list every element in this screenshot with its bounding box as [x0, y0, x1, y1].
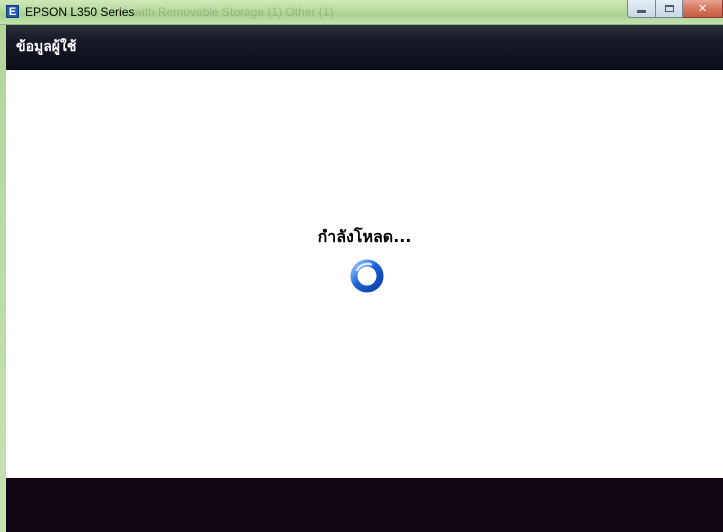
minimize-button[interactable] — [627, 0, 656, 18]
loading-label: กำลังโหลด... — [317, 227, 412, 246]
maximize-button[interactable] — [656, 0, 683, 18]
window-title: EPSON L350 Series — [25, 5, 135, 19]
loading-spinner-icon — [350, 259, 384, 293]
minimize-icon — [628, 0, 655, 17]
page-header: ข้อมูลผู้ใช้ — [6, 25, 723, 70]
background-window-ghost-text: ... with Removable Storage (1) Other (1) — [120, 5, 334, 19]
app-window: E EPSON L350 Series ... with Removable S… — [0, 0, 723, 532]
footer-bar — [6, 478, 723, 532]
maximize-icon — [656, 0, 682, 17]
close-icon: ✕ — [697, 2, 708, 15]
page-title: ข้อมูลผู้ใช้ — [16, 39, 77, 55]
title-bar[interactable]: E EPSON L350 Series ... with Removable S… — [0, 0, 723, 25]
main-content: กำลังโหลด... — [6, 70, 723, 478]
app-icon[interactable]: E — [6, 5, 19, 18]
close-button[interactable]: ✕ — [683, 0, 723, 18]
